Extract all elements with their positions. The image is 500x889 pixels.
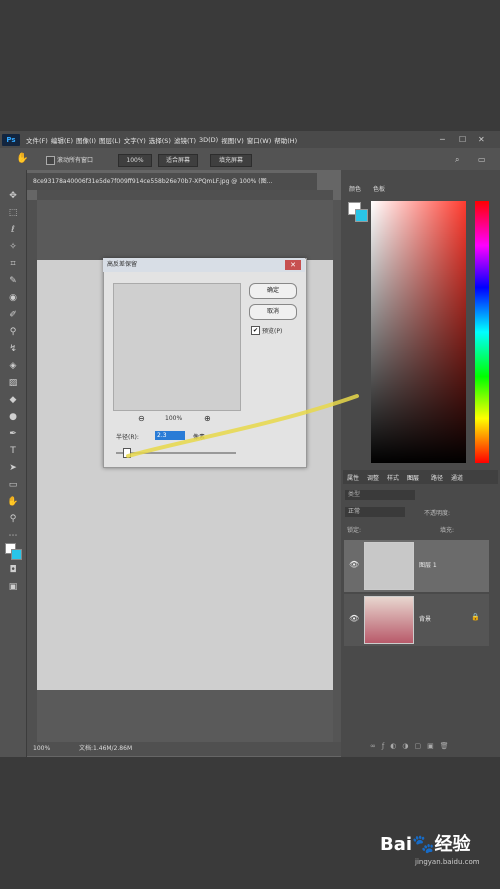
tools-panel: ✥ ⬚ ℓ ✧ ⌗ ✎ ◉ ✐ ⚲ ↯ ◈ ▨ ◆ ● ✒ T ➤ ▭ ✋ ⚲ … xyxy=(0,170,27,757)
menu-help[interactable]: 帮助(H) xyxy=(274,135,297,145)
canvas-bottom-area xyxy=(37,690,333,746)
layer-name[interactable]: 背景 xyxy=(419,614,431,623)
menu-view[interactable]: 视图(V) xyxy=(221,135,244,145)
dialog-close-icon[interactable]: ✕ xyxy=(285,260,301,270)
lock-icon: 🔒 xyxy=(471,613,480,621)
main-menu: 文件(F) 编辑(E) 图像(I) 图层(L) 文字(Y) 选择(S) 滤镜(T… xyxy=(26,131,297,148)
layer-name[interactable]: 图层 1 xyxy=(419,560,437,569)
scroll-all-checkbox[interactable] xyxy=(46,156,55,165)
horizontal-ruler xyxy=(37,190,333,200)
blend-mode-select[interactable]: 正常 xyxy=(345,507,405,517)
visibility-eye-icon[interactable]: 👁 xyxy=(349,560,359,569)
color-panel-tabs: 颜色 色板 xyxy=(343,181,493,195)
menu-type[interactable]: 文字(Y) xyxy=(124,135,146,145)
eraser-icon[interactable]: ◈ xyxy=(6,360,20,372)
layer-filter-input[interactable]: 类型 xyxy=(345,490,415,500)
menu-image[interactable]: 图像(I) xyxy=(76,135,96,145)
color-panel-background[interactable] xyxy=(355,209,368,222)
gradient-tool-icon[interactable]: ▨ xyxy=(6,377,20,389)
lasso-tool-icon[interactable]: ℓ xyxy=(6,224,20,236)
tab-layers[interactable]: 图层 xyxy=(407,473,419,482)
crop-tool-icon[interactable]: ⌗ xyxy=(6,258,20,270)
tab-properties[interactable]: 属性 xyxy=(347,473,359,482)
hand-tool-icon[interactable]: ✋ xyxy=(6,496,20,508)
marquee-tool-icon[interactable]: ⬚ xyxy=(6,207,20,219)
hue-slider[interactable] xyxy=(475,201,489,463)
layer-thumbnail xyxy=(364,542,414,590)
brush-tool-icon[interactable]: ✐ xyxy=(6,309,20,321)
tab-styles[interactable]: 样式 xyxy=(387,473,399,482)
ok-button[interactable]: 确定 xyxy=(249,283,297,299)
hand-tool-icon[interactable]: ✋ xyxy=(16,153,28,164)
tab-channels[interactable]: 通道 xyxy=(451,473,463,482)
layer-row-background[interactable]: 👁 背景 🔒 xyxy=(344,594,489,646)
workspace-icon[interactable]: ▭ xyxy=(478,155,486,164)
close-window-icon[interactable]: ✕ xyxy=(478,131,485,148)
blur-tool-icon[interactable]: ◆ xyxy=(6,394,20,406)
menu-3d[interactable]: 3D(D) xyxy=(199,136,218,144)
dialog-title: 高反差保留 xyxy=(103,258,305,272)
layer-row-1[interactable]: 👁 图层 1 xyxy=(344,540,489,592)
preview-label: 预览(P) xyxy=(262,328,283,335)
background-color-swatch[interactable] xyxy=(11,549,22,560)
zoom-level[interactable]: 100% xyxy=(33,742,50,756)
color-picker-field[interactable] xyxy=(371,201,466,463)
baidu-jingyan-logo: Bai🐾经验 xyxy=(380,834,471,855)
history-brush-icon[interactable]: ↯ xyxy=(6,343,20,355)
maximize-icon[interactable]: ☐ xyxy=(459,131,466,148)
scroll-all-label: 滚动所有窗口 xyxy=(57,157,94,164)
quick-mask-icon[interactable]: ◘ xyxy=(6,564,20,576)
watermark-url: jingyan.baidu.com xyxy=(415,858,480,866)
menu-edit[interactable]: 编辑(E) xyxy=(51,135,73,145)
vertical-ruler xyxy=(27,200,37,746)
clone-stamp-icon[interactable]: ⚲ xyxy=(6,326,20,338)
tab-adjustments[interactable]: 调整 xyxy=(367,473,379,482)
healing-brush-icon[interactable]: ◉ xyxy=(6,292,20,304)
layer-actions-icons[interactable]: ∞ƒ◐◑▢▣🗑 xyxy=(370,742,455,750)
background-thumbnail xyxy=(364,596,414,644)
vertical-scrollbar[interactable] xyxy=(333,200,341,742)
layers-panel-tabs: 属性 调整 样式 图层 路径 通道 xyxy=(343,470,498,484)
menu-filter[interactable]: 滤镜(T) xyxy=(174,135,196,145)
menu-select[interactable]: 选择(S) xyxy=(149,135,171,145)
tab-paths[interactable]: 路径 xyxy=(431,473,443,482)
opacity-label: 不透明度: xyxy=(424,510,451,517)
eyedropper-icon[interactable]: ✎ xyxy=(6,275,20,287)
type-tool-icon[interactable]: T xyxy=(6,445,20,457)
cancel-button[interactable]: 取消 xyxy=(249,304,297,320)
status-bar: 100% 文档:1.46M/2.86M xyxy=(27,742,341,756)
doc-size-info: 文档:1.46M/2.86M xyxy=(79,745,133,752)
visibility-eye-icon[interactable]: 👁 xyxy=(349,614,359,623)
preview-checkbox[interactable]: ✔ xyxy=(251,326,260,335)
shape-tool-icon[interactable]: ▭ xyxy=(6,479,20,491)
canvas-top-area xyxy=(37,200,333,260)
dodge-tool-icon[interactable]: ● xyxy=(6,411,20,423)
search-icon[interactable]: ⌕ xyxy=(455,155,459,165)
fill-label: 填充: xyxy=(440,527,455,534)
move-tool-icon[interactable]: ✥ xyxy=(6,190,20,202)
lock-label: 锁定: xyxy=(347,527,362,534)
zoom-100-button[interactable]: 100% xyxy=(118,154,152,167)
photoshop-logo: Ps xyxy=(2,134,20,146)
fill-screen-button[interactable]: 填充屏幕 xyxy=(210,154,252,167)
tab-color[interactable]: 颜色 xyxy=(349,184,361,193)
zoom-tool-icon[interactable]: ⚲ xyxy=(6,513,20,525)
magic-wand-icon[interactable]: ✧ xyxy=(6,241,20,253)
path-select-icon[interactable]: ➤ xyxy=(6,462,20,474)
menu-layer[interactable]: 图层(L) xyxy=(99,135,121,145)
menu-window[interactable]: 窗口(W) xyxy=(247,135,272,145)
fit-screen-button[interactable]: 适合屏幕 xyxy=(158,154,198,167)
minimize-icon[interactable]: ─ xyxy=(440,131,445,148)
document-tab[interactable]: 8ce93178a40006f31e5de7f009ff914ce558b26e… xyxy=(27,173,317,190)
tab-swatches[interactable]: 色板 xyxy=(373,184,385,193)
pen-tool-icon[interactable]: ✒ xyxy=(6,428,20,440)
more-tools-icon[interactable]: ⋯ xyxy=(6,530,20,542)
annotation-stroke xyxy=(126,394,359,458)
screen-mode-icon[interactable]: ▣ xyxy=(6,581,20,593)
menu-file[interactable]: 文件(F) xyxy=(26,135,48,145)
